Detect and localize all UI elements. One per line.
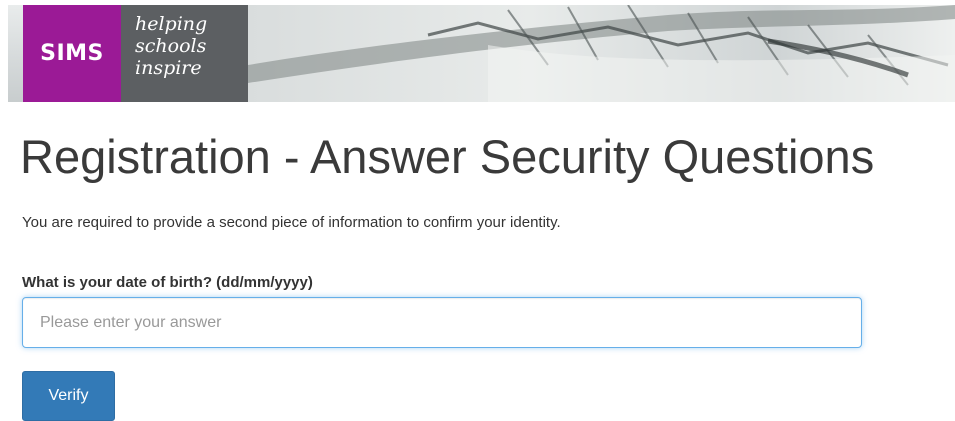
security-question-label: What is your date of birth? (dd/mm/yyyy) bbox=[22, 274, 313, 291]
security-answer-input[interactable] bbox=[22, 297, 862, 348]
tagline-line: inspire bbox=[135, 57, 202, 79]
header-banner: SIMS helping schools inspire bbox=[8, 5, 955, 102]
sims-logo: SIMS bbox=[23, 5, 121, 102]
header-photo bbox=[248, 5, 955, 102]
sims-logo-text: SIMS bbox=[40, 41, 104, 66]
verify-button[interactable]: Verify bbox=[22, 371, 115, 421]
tagline-line: schools bbox=[135, 35, 207, 57]
page-title: Registration - Answer Security Questions bbox=[20, 130, 875, 183]
tagline-line: helping bbox=[135, 13, 208, 35]
pine-branch-image bbox=[248, 5, 955, 102]
intro-text: You are required to provide a second pie… bbox=[22, 214, 561, 231]
sims-tagline: helping schools inspire bbox=[121, 5, 248, 102]
